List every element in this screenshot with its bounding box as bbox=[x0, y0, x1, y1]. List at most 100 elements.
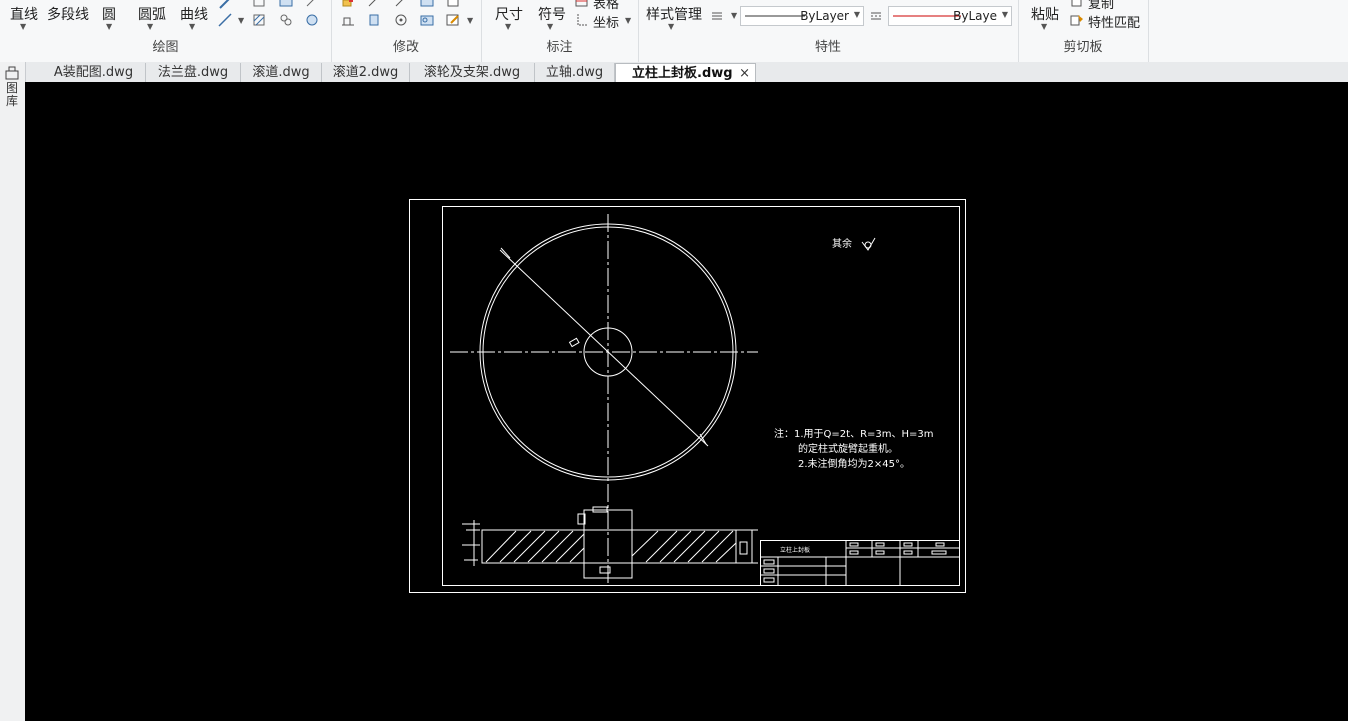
coordinate-dropdown-icon[interactable]: ▼ bbox=[625, 16, 631, 25]
note-line-3: 2.未注倒角均为2×45°。 bbox=[798, 457, 910, 470]
tab-label: 滚道.dwg bbox=[252, 65, 310, 80]
copy-button[interactable]: 复制 bbox=[1088, 0, 1114, 12]
thickness-dim-text-mark bbox=[739, 541, 748, 555]
erase-icon[interactable] bbox=[341, 0, 355, 8]
pencil-icon[interactable] bbox=[218, 0, 232, 10]
array-icon[interactable] bbox=[420, 13, 434, 27]
coordinate-icon[interactable] bbox=[575, 13, 589, 27]
tab-vertical-shaft[interactable]: 立轴.dwg bbox=[535, 63, 615, 82]
linetype-combo[interactable]: ByLayer ▼ bbox=[740, 6, 864, 26]
line-button[interactable]: 直线 bbox=[10, 4, 38, 24]
stretch-icon[interactable] bbox=[341, 13, 355, 27]
linetype-scale-icon[interactable] bbox=[869, 9, 883, 23]
symbol-dropdown-icon[interactable]: ▼ bbox=[547, 22, 553, 31]
arc-button[interactable]: 圆弧 bbox=[138, 4, 166, 24]
drawing-svg: 其余 注：1.用于Q=2t、R=3m、H=3m 的定柱式旋臂起重机。 2.未注倒… bbox=[409, 199, 966, 593]
paste-dropdown-icon[interactable]: ▼ bbox=[1041, 22, 1047, 31]
polyline-button[interactable]: 多段线 bbox=[47, 4, 89, 24]
linetype-value: ByLayer bbox=[800, 9, 849, 23]
tab-raceway[interactable]: 滚道.dwg bbox=[241, 63, 322, 82]
lineweight-icon[interactable] bbox=[710, 9, 724, 23]
trim-icon[interactable] bbox=[367, 0, 381, 8]
title-block-name: 立柱上封板 bbox=[780, 546, 810, 554]
draw-group: 直线 ▼ 多段线 圆 ▼ 圆弧 ▼ 曲线 ▼ ▼ 绘图 bbox=[0, 0, 332, 62]
tab-roller-bracket[interactable]: 滚轮及支架.dwg bbox=[410, 63, 535, 82]
circle-dropdown-icon[interactable]: ▼ bbox=[106, 22, 112, 31]
properties-group: 样式管理 ▼ ▼ ByLayer ▼ ByLaye ▼ 特性 bbox=[638, 0, 1019, 62]
curve-dropdown-icon[interactable]: ▼ bbox=[189, 22, 195, 31]
move-icon[interactable] bbox=[305, 0, 319, 8]
line-dropdown-icon[interactable]: ▼ bbox=[20, 22, 26, 31]
style-manager-dropdown-icon[interactable]: ▼ bbox=[668, 22, 674, 31]
section-hatch bbox=[485, 530, 737, 563]
fillet-icon[interactable] bbox=[394, 0, 408, 8]
scale-icon[interactable] bbox=[446, 0, 460, 8]
block-icon[interactable] bbox=[279, 13, 293, 27]
arc-dropdown-icon[interactable]: ▼ bbox=[147, 22, 153, 31]
properties-group-title: 特性 bbox=[814, 40, 841, 55]
lineweight-dropdown-icon[interactable]: ▼ bbox=[731, 11, 737, 20]
boundary-icon[interactable] bbox=[305, 13, 319, 27]
annotate-group: 尺寸 ▼ 符号 ▼ 表格 坐标 ▼ 标注 bbox=[481, 0, 639, 62]
drawing-border bbox=[409, 199, 966, 593]
dimension-dropdown-icon[interactable]: ▼ bbox=[505, 22, 511, 31]
symbol-button[interactable]: 符号 bbox=[538, 4, 566, 24]
region-icon[interactable] bbox=[279, 0, 293, 8]
ribbon: 直线 ▼ 多段线 圆 ▼ 圆弧 ▼ 曲线 ▼ ▼ 绘图 ▼ 修改 尺寸 ▼ 符号… bbox=[0, 0, 1348, 63]
tab-column-top-plate[interactable]: 立柱上封板.dwg × bbox=[615, 63, 756, 82]
note-line-2: 的定柱式旋臂起重机。 bbox=[798, 442, 898, 455]
copy-object-icon[interactable] bbox=[420, 0, 434, 8]
color-combo[interactable]: ByLaye ▼ bbox=[888, 6, 1012, 26]
curve-button[interactable]: 曲线 bbox=[180, 4, 208, 24]
annotate-group-title: 标注 bbox=[546, 40, 573, 55]
color-value: ByLaye bbox=[953, 9, 997, 23]
diameter-leader bbox=[499, 249, 709, 447]
hatch-icon[interactable] bbox=[252, 13, 266, 27]
offset-icon[interactable] bbox=[367, 13, 381, 27]
modify-more-dropdown-icon[interactable]: ▼ bbox=[467, 16, 473, 25]
drawing-canvas[interactable]: 其余 注：1.用于Q=2t、R=3m、H=3m 的定柱式旋臂起重机。 2.未注倒… bbox=[25, 82, 1348, 721]
edit-icon[interactable] bbox=[446, 13, 460, 27]
modify-group-title: 修改 bbox=[392, 40, 419, 55]
rectangle-icon[interactable] bbox=[252, 0, 266, 8]
modify-group: ▼ 修改 bbox=[331, 0, 482, 62]
document-tab-bar: A装配图.dwg 法兰盘.dwg 滚道.dwg 滚道2.dwg 滚轮及支架.dw… bbox=[0, 62, 1348, 83]
construction-line-dropdown-icon[interactable]: ▼ bbox=[238, 16, 244, 25]
construction-line-icon[interactable] bbox=[218, 13, 232, 27]
chevron-down-icon: ▼ bbox=[1001, 10, 1008, 19]
copy-icon[interactable] bbox=[1070, 0, 1084, 8]
paste-button[interactable]: 粘贴 bbox=[1031, 4, 1059, 24]
circle-button[interactable]: 圆 bbox=[102, 4, 116, 24]
note-line-1: 注：1.用于Q=2t、R=3m、H=3m bbox=[774, 427, 934, 440]
roughness-circle bbox=[864, 241, 872, 249]
panel-pin-icon[interactable] bbox=[5, 66, 19, 80]
dimension-button[interactable]: 尺寸 bbox=[495, 4, 523, 24]
match-properties-icon[interactable] bbox=[1070, 13, 1084, 27]
match-properties-button[interactable]: 特性匹配 bbox=[1088, 12, 1140, 31]
clipboard-group-title: 剪切板 bbox=[1063, 40, 1103, 55]
tab-label: 滚道2.dwg bbox=[332, 65, 399, 80]
tab-a-assembly[interactable]: A装配图.dwg bbox=[42, 63, 146, 82]
color-line-preview bbox=[893, 15, 961, 17]
tab-label: 立轴.dwg bbox=[545, 65, 604, 80]
tab-flange[interactable]: 法兰盘.dwg bbox=[146, 63, 241, 82]
left-dimension-marks bbox=[462, 520, 480, 566]
close-icon[interactable]: × bbox=[739, 64, 750, 83]
tab-label: 法兰盘.dwg bbox=[157, 65, 229, 80]
tab-label: 滚轮及支架.dwg bbox=[423, 65, 521, 80]
tab-raceway-2[interactable]: 滚道2.dwg bbox=[322, 63, 410, 82]
left-panel: 图库 bbox=[0, 62, 26, 721]
tab-label: A装配图.dwg bbox=[53, 65, 134, 80]
rotate-icon[interactable] bbox=[394, 13, 408, 27]
style-manager-button[interactable]: 样式管理 bbox=[646, 4, 702, 24]
section-body bbox=[481, 529, 737, 564]
draw-group-title: 绘图 bbox=[152, 40, 179, 55]
linetype-preview bbox=[745, 15, 805, 17]
hole-dimension-text-mark bbox=[568, 337, 580, 348]
table-button[interactable]: 表格 bbox=[593, 0, 619, 12]
table-icon[interactable] bbox=[575, 0, 589, 8]
library-panel-label[interactable]: 图库 bbox=[6, 82, 19, 108]
chevron-down-icon: ▼ bbox=[853, 10, 860, 19]
tab-label: 立柱上封板.dwg bbox=[632, 66, 733, 81]
coordinate-button[interactable]: 坐标 bbox=[593, 12, 619, 31]
